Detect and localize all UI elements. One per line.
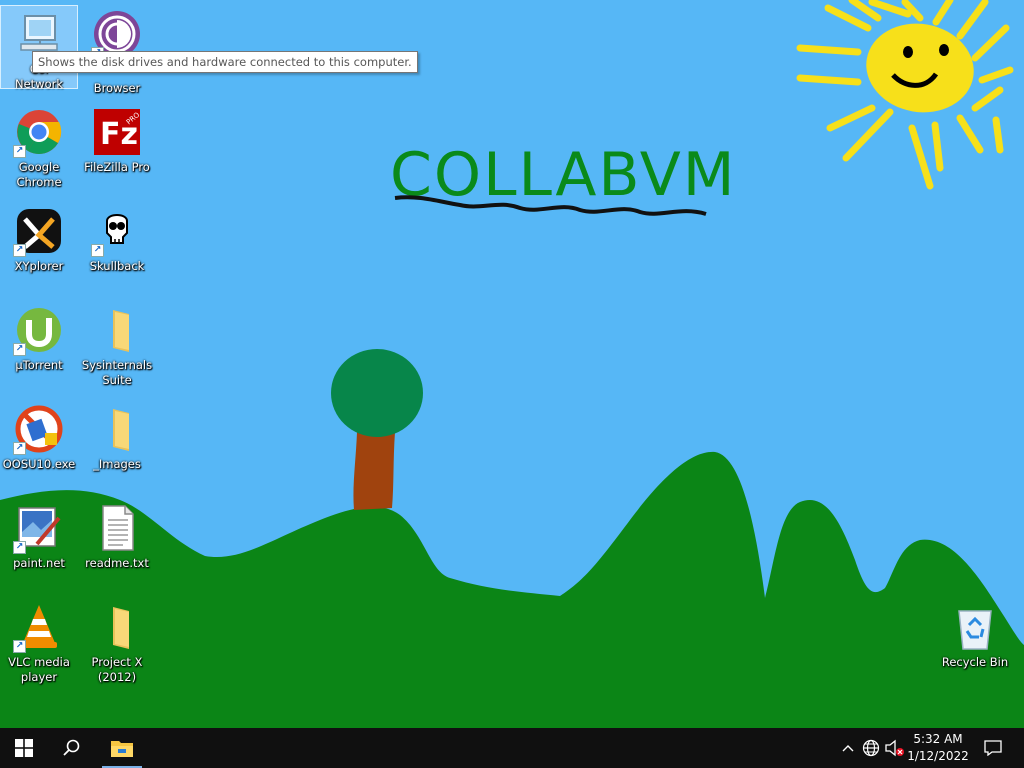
xyplorer-icon: ↗ bbox=[13, 207, 63, 257]
desktop-icon-chrome[interactable]: ↗ Google Chrome bbox=[1, 104, 77, 190]
desktop-icon-skullback[interactable]: ↗ Skullback bbox=[79, 203, 155, 274]
desktop-icon-oosu10[interactable]: ↗ OOSU10.exe bbox=[1, 401, 77, 472]
network-button[interactable] bbox=[859, 728, 883, 768]
projectx-label-line2: (2012) bbox=[97, 670, 137, 684]
clock[interactable]: 5:32 AM 1/12/2022 bbox=[900, 731, 976, 765]
folder-icon bbox=[93, 306, 141, 354]
desktop-icon-xyplorer[interactable]: ↗ XYplorer bbox=[1, 203, 77, 274]
clock-date: 1/12/2022 bbox=[907, 749, 969, 763]
wallpaper-title: COLLABVM bbox=[390, 140, 737, 210]
folder-icon bbox=[93, 603, 141, 651]
file-explorer-icon bbox=[111, 741, 133, 757]
shortcut-arrow-icon: ↗ bbox=[13, 145, 26, 158]
chevron-up-icon bbox=[842, 745, 854, 752]
vlc-label-line2: player bbox=[20, 670, 58, 684]
computer-label-line2: Network bbox=[14, 77, 64, 91]
desktop-icon-images[interactable]: _Images bbox=[79, 401, 155, 472]
readme-label: readme.txt bbox=[85, 556, 149, 570]
chrome-label-line1: Google bbox=[18, 160, 60, 174]
shortcut-arrow-icon: ↗ bbox=[13, 343, 26, 356]
shortcut-arrow-icon: ↗ bbox=[13, 640, 26, 653]
browser-label: Browser bbox=[93, 81, 141, 95]
utorrent-icon: ↗ bbox=[13, 306, 63, 356]
text-file-icon bbox=[93, 504, 141, 552]
oosu10-label: OOSU10.exe bbox=[2, 457, 76, 471]
utorrent-label: µTorrent bbox=[15, 358, 63, 372]
show-hidden-icons-button[interactable] bbox=[836, 728, 860, 768]
search-icon bbox=[63, 739, 80, 756]
sun-eye-right bbox=[939, 44, 949, 56]
sysinternals-label-line2: Suite bbox=[102, 373, 132, 387]
skull-icon: ↗ bbox=[91, 207, 141, 257]
desktop-icon-projectx[interactable]: Project X (2012) bbox=[79, 599, 155, 685]
tree-crown bbox=[331, 349, 423, 437]
desktop-icon-filezilla[interactable]: Fz PRO FileZilla Pro bbox=[79, 104, 155, 175]
start-button[interactable] bbox=[0, 728, 48, 768]
shortcut-arrow-icon: ↗ bbox=[91, 244, 104, 257]
shortcut-arrow-icon: ↗ bbox=[13, 442, 26, 455]
filezilla-label: FileZilla Pro bbox=[84, 160, 150, 174]
clock-time: 5:32 AM bbox=[913, 732, 963, 746]
desktop-icon-readme[interactable]: readme.txt bbox=[79, 500, 155, 571]
file-explorer-button[interactable] bbox=[98, 728, 146, 768]
desktop-icon-sysinternals[interactable]: Sysinternals Suite bbox=[79, 302, 155, 388]
desktop-icon-paintnet[interactable]: ↗ paint.net bbox=[1, 500, 77, 571]
shortcut-arrow-icon: ↗ bbox=[13, 541, 26, 554]
recycle-bin-icon bbox=[951, 603, 999, 651]
recycle-bin-label: Recycle Bin bbox=[941, 655, 1009, 669]
tooltip: Shows the disk drives and hardware conne… bbox=[32, 51, 418, 73]
vlc-icon: ↗ bbox=[13, 603, 63, 653]
filezilla-icon: Fz PRO bbox=[93, 108, 142, 156]
desktop-icon-vlc[interactable]: ↗ VLC media player bbox=[1, 599, 77, 685]
search-button[interactable] bbox=[48, 728, 96, 768]
action-center-button[interactable] bbox=[978, 728, 1008, 768]
desktop-icon-recycle-bin[interactable]: Recycle Bin bbox=[937, 599, 1013, 670]
tree-trunk bbox=[353, 432, 395, 510]
sysinternals-label-line1: Sysinternals bbox=[81, 358, 153, 372]
paintnet-label: paint.net bbox=[13, 556, 65, 570]
shortcut-arrow-icon: ↗ bbox=[13, 244, 26, 257]
windows-logo-icon bbox=[15, 739, 33, 757]
xyplorer-label: XYplorer bbox=[14, 259, 64, 273]
chrome-icon: ↗ bbox=[13, 108, 63, 158]
chrome-label-line2: Chrome bbox=[16, 175, 62, 189]
desktop-icon-utorrent[interactable]: ↗ µTorrent bbox=[1, 302, 77, 373]
images-label: _Images bbox=[93, 457, 141, 471]
network-globe-icon bbox=[862, 739, 880, 757]
desktop-icon-computer[interactable]: Col Network bbox=[0, 5, 78, 91]
projectx-label-line1: Project X bbox=[91, 655, 143, 669]
vlc-label-line1: VLC media bbox=[8, 655, 70, 669]
paintnet-icon: ↗ bbox=[13, 504, 63, 554]
sun-eye-left bbox=[903, 46, 913, 58]
skullback-label: Skullback bbox=[89, 259, 145, 273]
taskbar: 5:32 AM 1/12/2022 bbox=[0, 728, 1024, 768]
notification-icon bbox=[984, 740, 1002, 756]
oosu10-icon: ↗ bbox=[13, 405, 63, 455]
folder-icon bbox=[93, 405, 141, 453]
